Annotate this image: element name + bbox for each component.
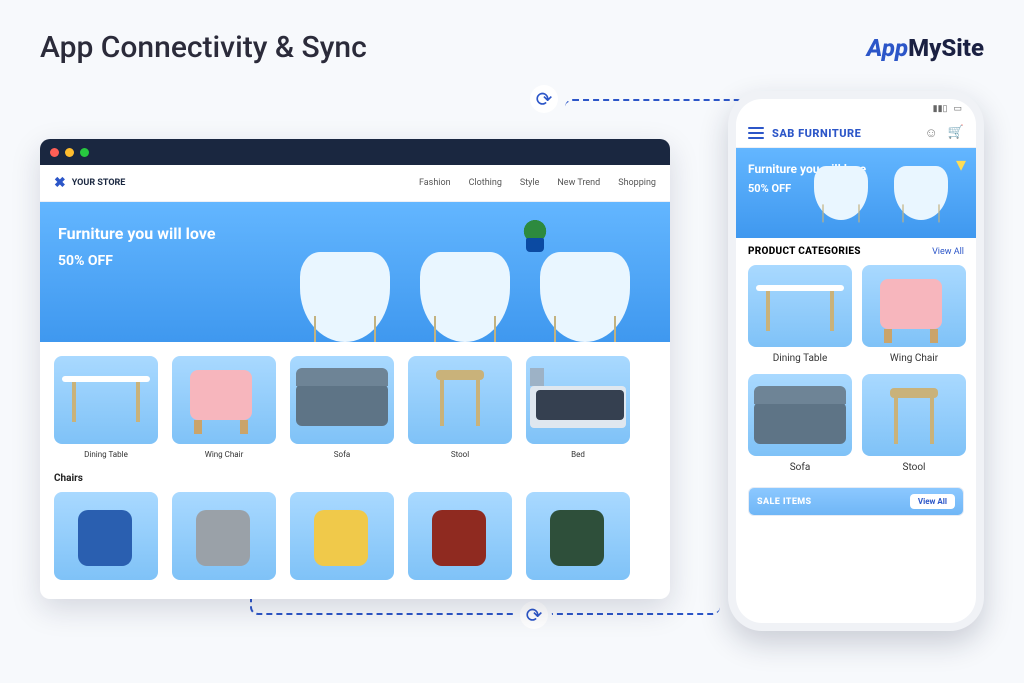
sync-connector-top [565,99,745,139]
window-close-icon[interactable] [50,148,59,157]
page-title: App Connectivity & Sync [40,30,367,65]
product-card[interactable] [408,492,512,580]
product-categories-label: PRODUCT CATEGORIES [748,246,861,257]
window-max-icon[interactable] [80,148,89,157]
category-label: Stool [862,462,966,473]
brand-part-my: My [908,34,941,62]
chairs-row [40,484,670,588]
signal-icon: ▮▮▯ [933,104,948,114]
product-categories-grid: Dining Table Wing Chair Sofa Stool [736,261,976,481]
product-categories-header: PRODUCT CATEGORIES View All [736,238,976,261]
store-logo[interactable]: ✖ YOUR STORE [54,175,125,191]
app-header: SAB FURNITURE ☺ 🛒 [736,119,976,148]
category-label: Sofa [290,450,394,459]
site-header: ✖ YOUR STORE Fashion Clothing Style New … [40,165,670,202]
profile-icon[interactable]: ☺ [925,125,938,141]
sync-icon: ⟳ [520,601,548,629]
category-card-bed[interactable]: Bed [526,356,630,459]
product-card[interactable] [526,492,630,580]
nav-item-fashion[interactable]: Fashion [419,178,451,188]
view-all-button[interactable]: View All [910,494,955,509]
section-label-chairs: Chairs [40,465,670,484]
hero-chairs-art [796,148,976,238]
nav-item-newtrend[interactable]: New Trend [557,178,600,188]
browser-titlebar [40,139,670,165]
menu-icon[interactable] [748,127,764,139]
nav-item-clothing[interactable]: Clothing [469,178,502,188]
category-card-dining-table[interactable]: Dining Table [748,265,852,364]
brand-part-site: Site [941,34,984,62]
app-title: SAB FURNITURE [772,127,861,140]
hero-banner[interactable]: ▾ Furniture you will love 50% OFF [736,148,976,238]
category-card-dining-table[interactable]: Dining Table [54,356,158,459]
nav-item-shopping[interactable]: Shopping [618,178,656,188]
category-card-stool[interactable]: Stool [408,356,512,459]
sync-icon: ⟳ [530,85,558,113]
sync-stage: ⟳ ⟳ ✖ YOUR STORE Fashion Clothing Style … [40,91,984,651]
category-card-stool[interactable]: Stool [862,374,966,473]
category-card-sofa[interactable]: Sofa [290,356,394,459]
category-card-wing-chair[interactable]: Wing Chair [172,356,276,459]
category-label: Wing Chair [862,353,966,364]
top-nav: Fashion Clothing Style New Trend Shoppin… [419,178,656,188]
product-card[interactable] [54,492,158,580]
category-label: Stool [408,450,512,459]
category-card-sofa[interactable]: Sofa [748,374,852,473]
category-label: Wing Chair [172,450,276,459]
sale-items-label: SALE ITEMS [757,497,812,507]
category-label: Bed [526,450,630,459]
desktop-preview: ✖ YOUR STORE Fashion Clothing Style New … [40,139,670,599]
mobile-preview: ▮▮▯ ▭ SAB FURNITURE ☺ 🛒 ▾ Furniture you [728,91,984,631]
window-min-icon[interactable] [65,148,74,157]
category-label: Dining Table [748,353,852,364]
hero-chairs-art [250,202,670,342]
battery-icon: ▭ [953,104,962,114]
status-bar: ▮▮▯ ▭ [736,99,976,119]
category-card-wing-chair[interactable]: Wing Chair [862,265,966,364]
category-label: Sofa [748,462,852,473]
hero-banner[interactable]: Furniture you will love 50% OFF [40,202,670,342]
sale-items-bar[interactable]: SALE ITEMS View All [748,487,964,516]
product-card[interactable] [172,492,276,580]
category-row: Dining Table Wing Chair Sofa Stool Bed [40,342,670,465]
brand-logo: AppMySite [867,34,984,62]
brand-part-app: App [867,34,908,62]
category-label: Dining Table [54,450,158,459]
store-name: YOUR STORE [72,178,126,188]
nav-item-style[interactable]: Style [520,178,540,188]
view-all-link[interactable]: View All [932,247,964,257]
cart-icon[interactable]: 🛒 [948,125,964,141]
store-logo-icon: ✖ [54,175,66,191]
product-card[interactable] [290,492,394,580]
